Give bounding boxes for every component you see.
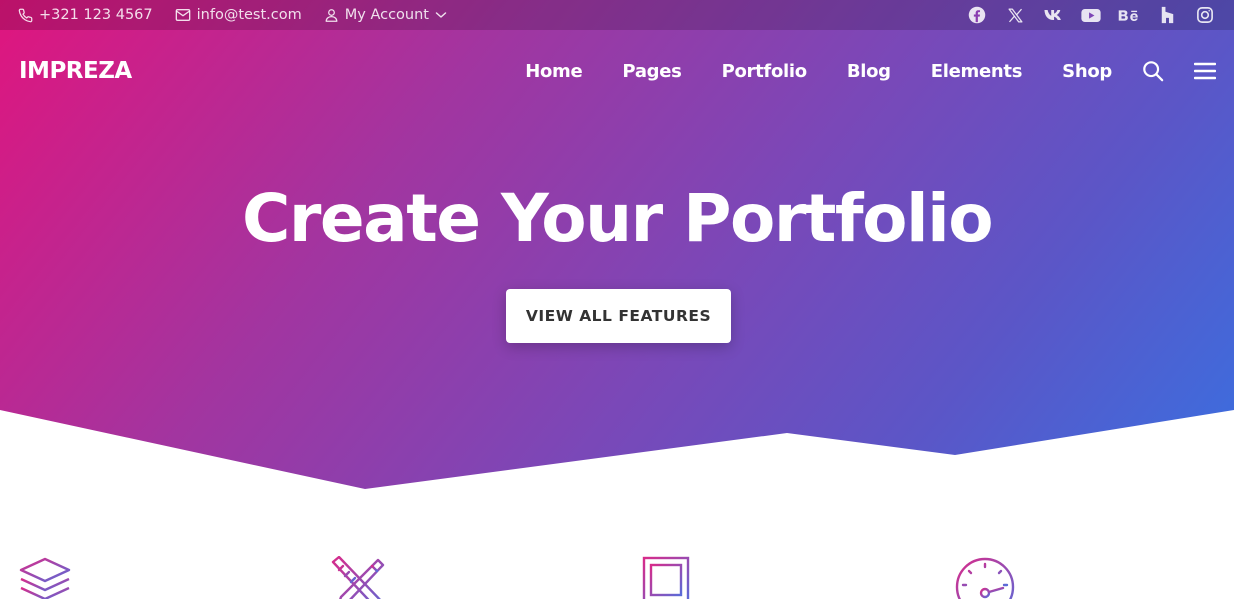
phone-link[interactable]: +321 123 4567 bbox=[18, 7, 153, 23]
chevron-down-icon bbox=[435, 10, 447, 20]
nav-item-home[interactable]: Home bbox=[525, 61, 583, 82]
facebook-icon[interactable] bbox=[966, 4, 988, 26]
frame-icon bbox=[642, 556, 690, 599]
vk-icon[interactable] bbox=[1042, 4, 1064, 26]
contact-info: +321 123 4567 info@test.com My Account bbox=[18, 7, 447, 23]
nav-item-blog[interactable]: Blog bbox=[847, 61, 891, 82]
phone-icon bbox=[18, 8, 33, 23]
speedometer-icon bbox=[954, 556, 1016, 599]
nav-item-portfolio[interactable]: Portfolio bbox=[722, 61, 808, 82]
nav-item-elements[interactable]: Elements bbox=[931, 61, 1023, 82]
user-icon bbox=[324, 7, 339, 23]
instagram-icon[interactable] bbox=[1194, 4, 1216, 26]
header-right: Home Pages Portfolio Blog Elements Shop bbox=[525, 60, 1216, 82]
envelope-icon bbox=[175, 8, 191, 22]
hero-title: Create Your Portfolio bbox=[241, 180, 994, 257]
social-links bbox=[966, 4, 1216, 26]
layers-icon bbox=[18, 556, 72, 599]
nav-item-pages[interactable]: Pages bbox=[622, 61, 681, 82]
site-logo[interactable]: IMPREZA bbox=[19, 58, 132, 84]
youtube-icon[interactable] bbox=[1080, 4, 1102, 26]
view-all-features-button[interactable]: VIEW ALL FEATURES bbox=[506, 289, 731, 343]
behance-icon[interactable] bbox=[1118, 4, 1140, 26]
email-link[interactable]: info@test.com bbox=[175, 7, 302, 23]
houzz-icon[interactable] bbox=[1156, 4, 1178, 26]
email-address: info@test.com bbox=[196, 7, 302, 23]
phone-number: +321 123 4567 bbox=[39, 7, 153, 23]
menu-icon[interactable] bbox=[1194, 62, 1216, 80]
x-twitter-icon[interactable] bbox=[1004, 4, 1026, 26]
main-nav: Home Pages Portfolio Blog Elements Shop bbox=[525, 61, 1112, 82]
my-account-label: My Account bbox=[344, 7, 429, 23]
my-account-dropdown[interactable]: My Account bbox=[324, 7, 447, 23]
nav-item-shop[interactable]: Shop bbox=[1062, 61, 1112, 82]
search-icon[interactable] bbox=[1142, 60, 1164, 82]
top-bar: +321 123 4567 info@test.com My Account bbox=[0, 0, 1234, 30]
pencil-ruler-icon bbox=[330, 555, 386, 599]
site-header: IMPREZA Home Pages Portfolio Blog Elemen… bbox=[0, 30, 1234, 112]
